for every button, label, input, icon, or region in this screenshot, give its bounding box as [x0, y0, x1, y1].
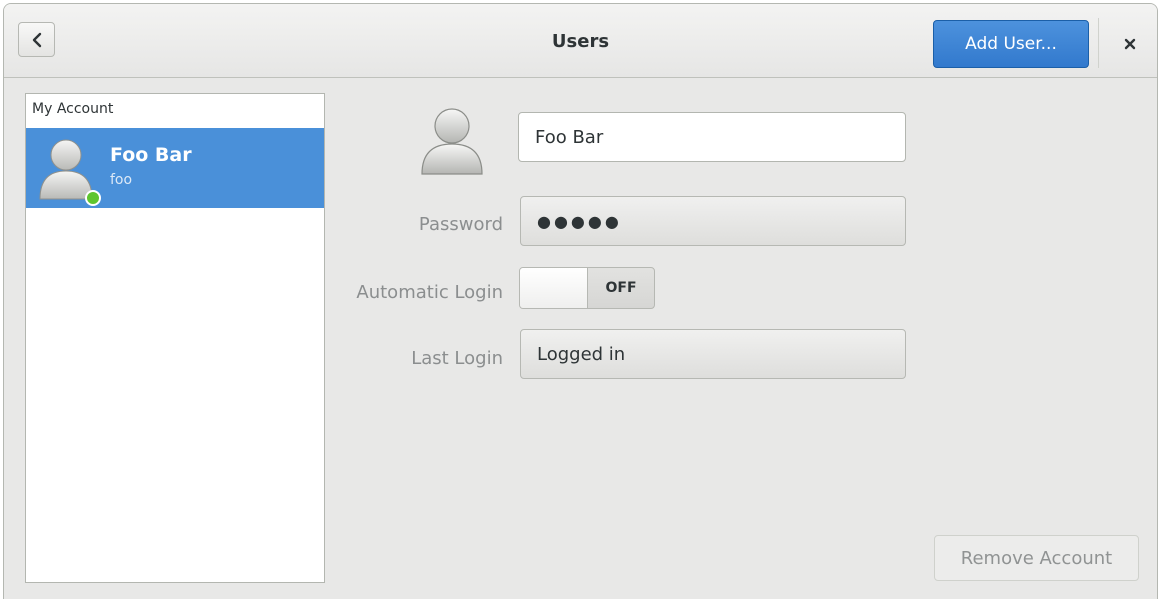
last-login-label: Last Login [411, 348, 503, 369]
close-button[interactable] [1116, 30, 1144, 58]
user-picture-button[interactable] [418, 104, 486, 176]
remove-account-button[interactable]: Remove Account [934, 535, 1139, 581]
header-bar: Users Add User... [4, 4, 1157, 78]
account-username: foo [110, 172, 133, 188]
online-status-icon [85, 190, 101, 206]
automatic-login-label: Automatic Login [356, 282, 503, 303]
close-icon [1124, 38, 1136, 50]
password-button[interactable]: ●●●●● [520, 196, 906, 246]
switch-state-label: OFF [605, 280, 637, 296]
password-label: Password [418, 214, 503, 235]
my-account-section-label: My Account [32, 101, 114, 117]
account-row-foo[interactable]: Foo Bar foo [26, 128, 324, 208]
switch-knob[interactable] [520, 268, 588, 308]
account-full-name: Foo Bar [110, 144, 192, 166]
header-separator [1098, 18, 1099, 68]
automatic-login-switch[interactable]: OFF [519, 267, 655, 309]
account-list: My Account Foo Bar foo [25, 93, 325, 583]
add-user-button[interactable]: Add User... [933, 20, 1089, 68]
last-login-button[interactable]: Logged in [520, 329, 906, 379]
full-name-field[interactable] [518, 112, 906, 162]
